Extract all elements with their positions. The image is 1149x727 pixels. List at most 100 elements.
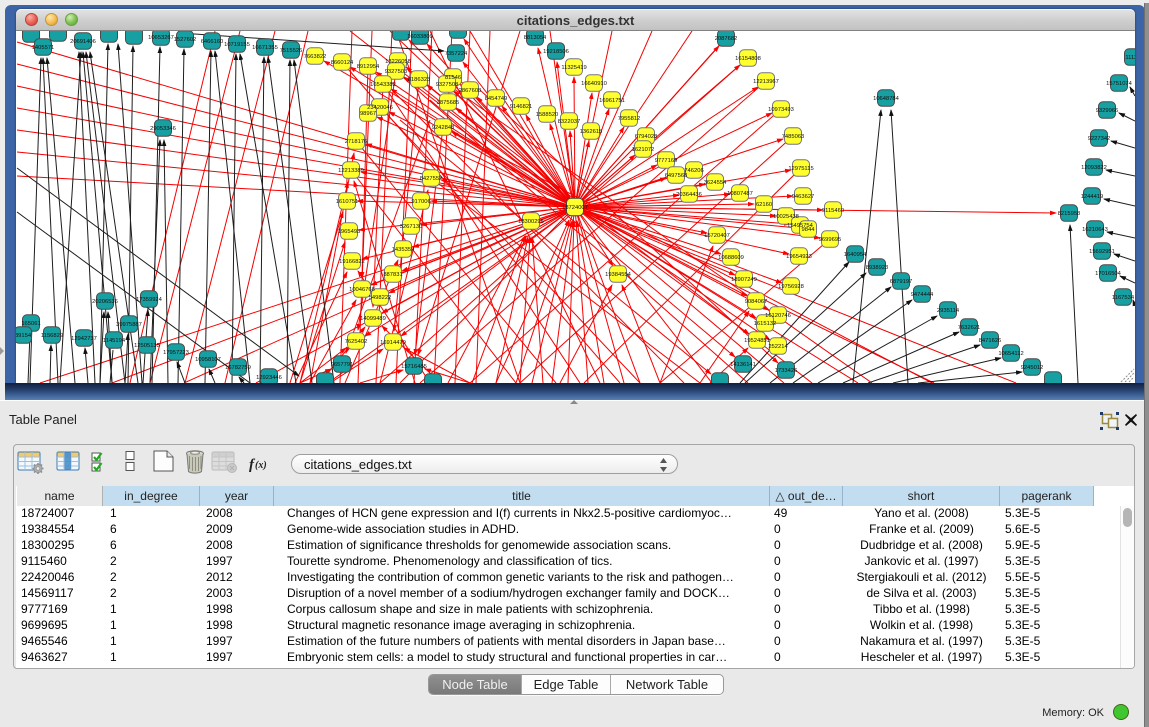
svg-text:3875685: 3875685 [437, 100, 460, 106]
svg-text:16914479: 16914479 [380, 340, 406, 346]
svg-text:19524851: 19524851 [744, 338, 770, 344]
svg-text:9329966: 9329966 [1096, 108, 1119, 114]
svg-text:16120746: 16120746 [765, 313, 791, 319]
svg-text:3624554: 3624554 [704, 180, 727, 186]
svg-text:20691406: 20691406 [70, 39, 96, 45]
svg-text:12505135: 12505135 [134, 343, 160, 349]
svg-text:9227342: 9227342 [1088, 136, 1111, 142]
svg-text:10719155: 10719155 [224, 42, 250, 48]
svg-text:12975115: 12975115 [788, 166, 813, 172]
svg-text:9245012: 9245012 [1021, 365, 1044, 371]
svg-text:11325419: 11325419 [561, 65, 586, 71]
svg-text:2867608: 2867608 [459, 88, 482, 94]
svg-text:7625402: 7625402 [345, 339, 368, 345]
svg-text:39154: 39154 [16, 333, 32, 339]
svg-text:12923446: 12923446 [256, 375, 282, 381]
svg-text:12942737: 12942737 [71, 336, 97, 342]
svg-text:1362615: 1362615 [580, 129, 603, 135]
svg-text:16671355: 16671355 [252, 45, 278, 51]
svg-text:15692951: 15692951 [1089, 249, 1115, 255]
svg-text:2718176: 2718176 [345, 139, 368, 145]
svg-text:3267130: 3267130 [400, 224, 423, 230]
svg-text:14099489: 14099489 [360, 316, 386, 322]
svg-text:10654112: 10654112 [998, 351, 1023, 357]
svg-text:29053346: 29053346 [150, 126, 176, 132]
svg-text:8186323: 8186323 [408, 77, 431, 83]
svg-text:19384554: 19384554 [605, 272, 632, 278]
svg-text:9844: 9844 [802, 227, 816, 233]
svg-text:10046766: 10046766 [349, 287, 375, 293]
svg-text:1588520: 1588520 [536, 112, 559, 118]
svg-text:9657791: 9657791 [331, 362, 354, 368]
svg-text:12213967: 12213967 [753, 79, 779, 85]
svg-text:9146821: 9146821 [510, 104, 533, 110]
svg-text:7357224: 7357224 [445, 51, 468, 57]
svg-text:10648784: 10648784 [873, 96, 900, 102]
svg-text:252214: 252214 [768, 344, 788, 350]
svg-text:12093822: 12093822 [1081, 165, 1107, 171]
svg-text:10958107: 10958107 [195, 357, 221, 363]
svg-text:12213389: 12213389 [338, 168, 364, 174]
svg-text:16961751: 16961751 [599, 98, 625, 104]
svg-text:39975887: 39975887 [116, 322, 142, 328]
svg-text:8215958: 8215958 [1058, 211, 1081, 217]
svg-text:5498222: 5498222 [369, 295, 392, 301]
svg-text:17016504: 17016504 [1095, 271, 1122, 277]
svg-text:1145194: 1145194 [103, 338, 126, 344]
svg-text:17359924: 17359924 [136, 297, 163, 303]
svg-text:18300295: 18300295 [518, 219, 544, 225]
svg-text:9777169: 9777169 [655, 158, 678, 164]
svg-text:16543382: 16543382 [370, 82, 396, 88]
svg-text:8813054: 8813054 [524, 35, 547, 41]
svg-text:15751074: 15751074 [1106, 81, 1133, 87]
svg-text:1527602: 1527602 [174, 37, 197, 43]
svg-text:6794028: 6794028 [635, 134, 658, 140]
svg-text:7485063: 7485063 [782, 134, 805, 140]
svg-text:10973493: 10973493 [768, 107, 794, 113]
svg-text:8660124: 8660124 [331, 60, 354, 66]
svg-text:1156829: 1156829 [41, 333, 63, 339]
svg-text:16640910: 16640910 [581, 81, 607, 87]
svg-text:1405571: 1405571 [32, 45, 55, 51]
svg-text:1640954: 1640954 [844, 252, 867, 258]
svg-text:6879197: 6879197 [890, 279, 913, 285]
svg-text:7632621: 7632621 [958, 325, 981, 331]
svg-text:8322037: 8322037 [558, 119, 581, 125]
svg-text:15720407: 15720407 [704, 233, 730, 239]
svg-text:8427552: 8427552 [420, 176, 443, 182]
svg-text:1610751: 1610751 [336, 199, 359, 205]
svg-text:9474444: 9474444 [911, 292, 934, 298]
svg-text:2935114: 2935114 [937, 308, 960, 314]
svg-text:8938923: 8938923 [866, 265, 889, 271]
svg-text:62160: 62160 [756, 202, 772, 208]
svg-text:10025438: 10025438 [773, 214, 799, 220]
svg-text:16782759: 16782759 [225, 365, 251, 371]
svg-text:2087682: 2087682 [715, 36, 738, 42]
svg-text:17957223: 17957223 [163, 350, 189, 356]
svg-text:10807487: 10807487 [727, 191, 753, 197]
svg-text:(x): (x) [255, 460, 267, 471]
svg-text:13226058: 13226058 [385, 59, 411, 65]
svg-text:18907249: 18907249 [731, 277, 757, 283]
svg-text:6497568: 6497568 [665, 173, 688, 179]
svg-text:10653267: 10653267 [148, 35, 174, 41]
svg-text:19756928: 19756928 [778, 284, 804, 290]
svg-text:8471626: 8471626 [979, 338, 1002, 344]
svg-text:1167534: 1167534 [1112, 295, 1135, 301]
svg-text:917006: 917006 [411, 199, 430, 205]
svg-text:7663822: 7663822 [304, 54, 327, 60]
svg-text:16033809: 16033809 [407, 34, 433, 40]
svg-text:16154808: 16154808 [735, 56, 761, 62]
svg-text:19654923: 19654923 [786, 254, 812, 260]
svg-text:6466160: 6466160 [201, 39, 224, 45]
svg-text:16210643: 16210643 [1082, 227, 1108, 233]
svg-text:1621072: 1621072 [632, 147, 655, 153]
svg-text:887831: 887831 [383, 272, 402, 278]
svg-text:8454749: 8454749 [485, 96, 508, 102]
svg-text:9242848: 9242848 [432, 125, 455, 131]
svg-text:10688609: 10688609 [718, 255, 744, 261]
svg-text:11121: 11121 [1125, 55, 1135, 61]
svg-text:15716485: 15716485 [401, 364, 427, 370]
svg-text:1733426: 1733426 [775, 368, 798, 374]
svg-text:20206536: 20206536 [92, 299, 118, 305]
